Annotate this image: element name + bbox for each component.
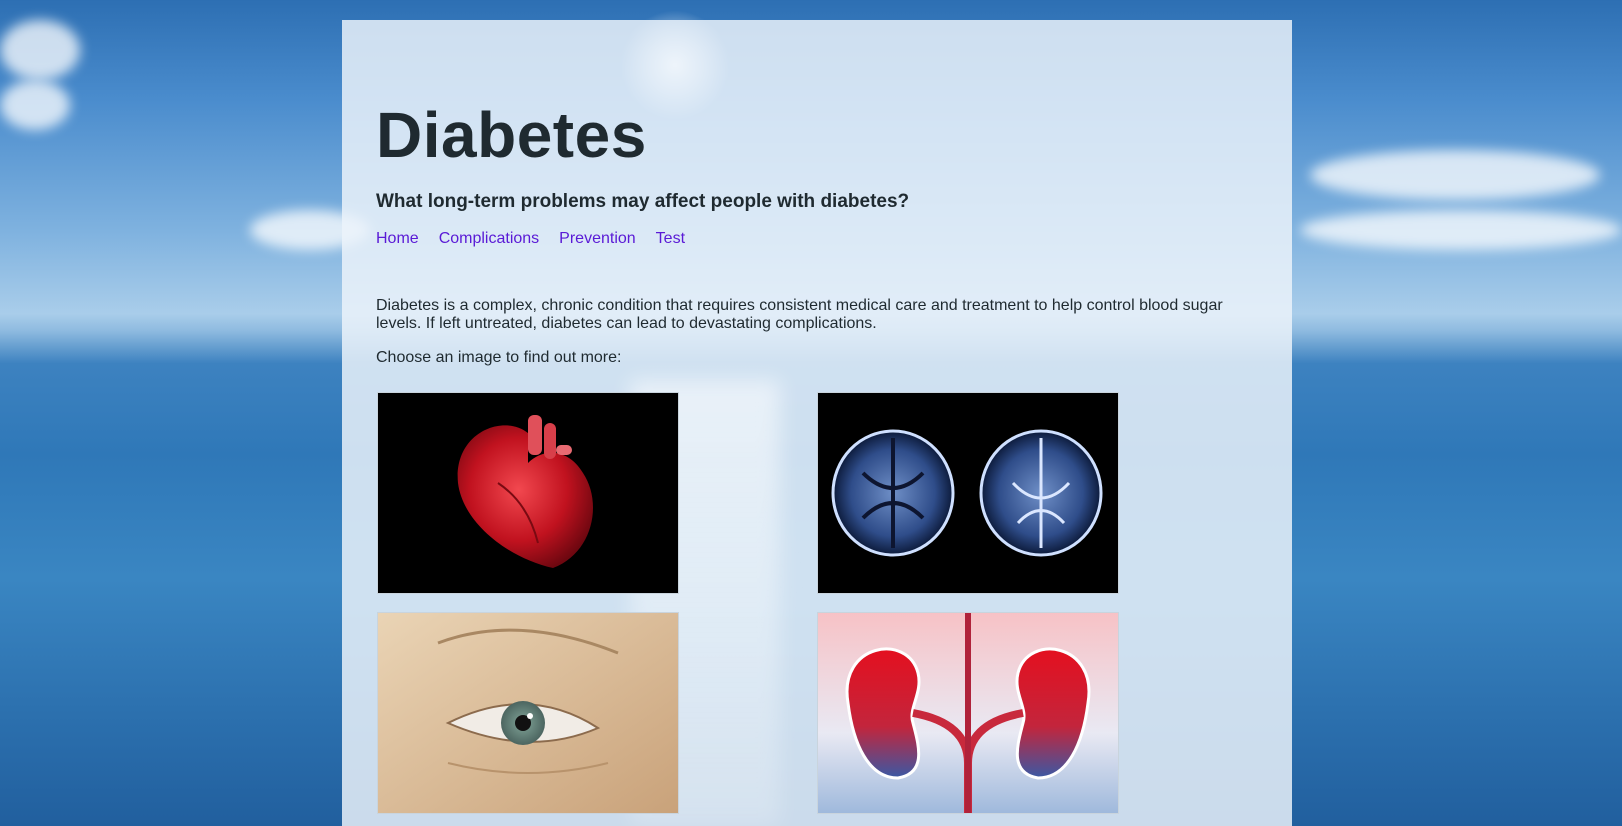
cloud <box>1300 210 1622 250</box>
main-nav: Home Complications Prevention Test <box>376 230 685 248</box>
brain-scan-image-link[interactable] <box>817 392 1119 594</box>
heart-icon <box>378 393 678 593</box>
page-title: Diabetes <box>376 99 647 171</box>
brain-scan-icon <box>818 393 1118 593</box>
nav-test-link[interactable]: Test <box>656 230 685 248</box>
nav-complications-link[interactable]: Complications <box>439 230 539 248</box>
intro-paragraph: Diabetes is a complex, chronic condition… <box>376 297 1223 332</box>
heart-image-link[interactable] <box>377 392 679 594</box>
kidneys-image-link[interactable] <box>817 612 1119 814</box>
eye-icon <box>378 613 678 813</box>
eye-image-link[interactable] <box>377 612 679 814</box>
nav-home-link[interactable]: Home <box>376 230 419 248</box>
cloud <box>0 80 70 130</box>
page-subtitle: What long-term problems may affect peopl… <box>376 191 910 212</box>
cloud <box>0 20 80 80</box>
cloud <box>1310 150 1600 200</box>
choose-image-prompt: Choose an image to find out more: <box>376 349 622 366</box>
nav-prevention-link[interactable]: Prevention <box>559 230 636 248</box>
kidneys-icon <box>818 613 1118 813</box>
